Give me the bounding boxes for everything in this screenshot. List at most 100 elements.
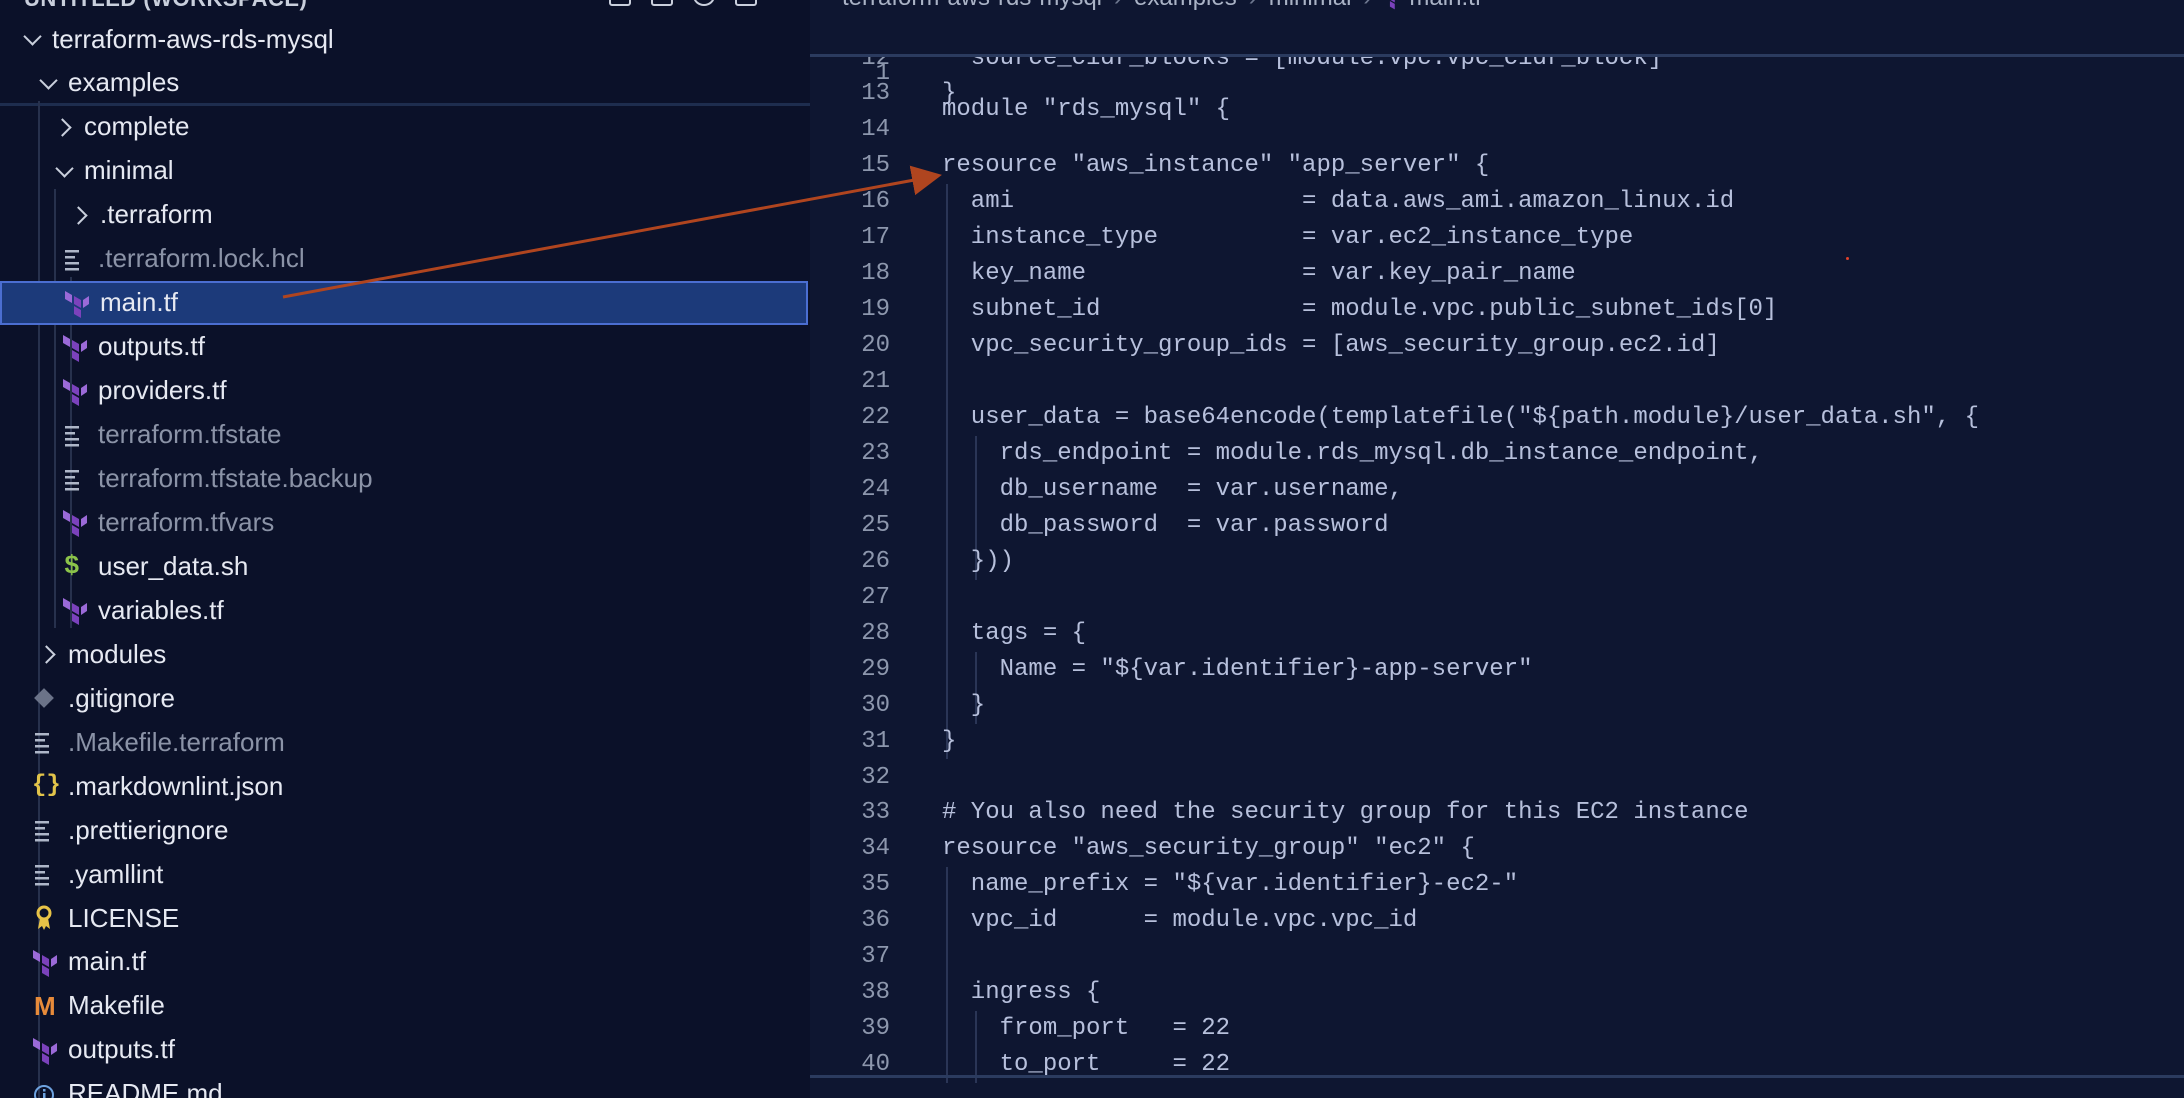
- tree-file[interactable]: .gitignore: [0, 676, 808, 720]
- code-text: key_name = var.key_pair_name: [942, 260, 1576, 288]
- new-folder-icon[interactable]: [651, 0, 673, 6]
- explorer-actions: [609, 0, 757, 6]
- lines-icon: [32, 859, 56, 889]
- code-text: subnet_id = module.vpc.public_subnet_ids…: [942, 296, 1778, 324]
- tree-item-label: modules: [68, 638, 167, 669]
- code-line[interactable]: 38 ingress {: [810, 975, 2184, 1011]
- chevron-down-icon[interactable]: [22, 17, 44, 61]
- tree-file[interactable]: main.tf: [0, 280, 808, 325]
- tree-item-label: outputs.tf: [98, 331, 205, 362]
- tree-file[interactable]: README.md: [0, 1072, 808, 1098]
- tree-file[interactable]: .terraform.lock.hcl: [0, 237, 808, 281]
- tree-item-label: .prettierignore: [68, 814, 229, 845]
- tree-item-label: terraform-aws-rds-mysql: [52, 23, 334, 54]
- line-number: 38: [861, 979, 890, 1007]
- code-line[interactable]: 34 resource "aws_security_group" "ec2" {: [810, 831, 2184, 867]
- tree-item-label: main.tf: [100, 287, 179, 318]
- breadcrumb-item[interactable]: terraform-aws-rds-mysql: [842, 0, 1102, 11]
- code-line[interactable]: 24 db_username = var.username,: [810, 472, 2184, 508]
- code-text: ingress {: [942, 979, 1101, 1007]
- tree-file[interactable]: LICENSE: [0, 896, 808, 940]
- tree-item-label: providers.tf: [98, 375, 227, 406]
- code-line[interactable]: 26 })): [810, 544, 2184, 580]
- tree-folder[interactable]: minimal: [0, 149, 808, 193]
- tree-file[interactable]: .Makefile.terraform: [0, 720, 808, 764]
- code-text: name_prefix = "${var.identifier}-ec2-": [942, 871, 1519, 899]
- code-text: resource "aws_security_group" "ec2" {: [942, 835, 1475, 863]
- tree-file[interactable]: M Makefile: [0, 984, 808, 1028]
- chevron-right-icon[interactable]: [38, 632, 60, 676]
- tree-file[interactable]: variables.tf: [0, 588, 808, 632]
- workspace-header[interactable]: UNTITLED (WORKSPACE): [24, 0, 804, 11]
- tree-folder[interactable]: .terraform: [0, 193, 808, 237]
- tree-file[interactable]: providers.tf: [0, 369, 808, 413]
- chevron-down-icon[interactable]: [38, 61, 60, 105]
- chevron-right-icon[interactable]: [70, 193, 92, 237]
- lines-icon: [62, 464, 86, 494]
- breadcrumb-item[interactable]: minimal: [1269, 0, 1352, 11]
- code-line[interactable]: 36 vpc_id = module.vpc.vpc_id: [810, 903, 2184, 939]
- code-editor[interactable]: terraform-aws-rds-mysql › examples › minimal…: [810, 0, 2184, 1098]
- code-line[interactable]: 15 resource "aws_instance" "app_server" {: [810, 148, 2184, 184]
- code-line[interactable]: 16 ami = data.aws_ami.amazon_linux.id: [810, 184, 2184, 220]
- breadcrumb-separator-icon: ›: [1114, 0, 1122, 11]
- tree-file[interactable]: terraform.tfstate: [0, 413, 808, 457]
- code-text: })): [942, 547, 1015, 575]
- tree-file[interactable]: main.tf: [0, 940, 808, 984]
- code-line[interactable]: 31}: [810, 724, 2184, 760]
- code-line[interactable]: 39 from_port = 22: [810, 1011, 2184, 1047]
- tree-folder[interactable]: complete: [0, 105, 808, 149]
- sticky-scroll-header[interactable]: 1 module "rds_mysql" {: [810, 20, 2184, 123]
- tree-file[interactable]: outputs.tf: [0, 1028, 808, 1072]
- code-line[interactable]: 30 }: [810, 688, 2184, 724]
- tree-folder[interactable]: terraform-aws-rds-mysql: [0, 17, 808, 61]
- sticky-code-line[interactable]: 1 module "rds_mysql" {: [810, 20, 2184, 123]
- tree-item-label: .yamllint: [68, 858, 164, 889]
- code-line[interactable]: 20 vpc_security_group_ids = [aws_securit…: [810, 328, 2184, 364]
- chevron-right-icon[interactable]: [54, 105, 76, 149]
- tree-file[interactable]: .prettierignore: [0, 808, 808, 852]
- collapse-all-icon[interactable]: [735, 0, 757, 6]
- tree-file[interactable]: outputs.tf: [0, 325, 808, 369]
- line-number: 23: [861, 439, 890, 467]
- tree-item-label: .gitignore: [68, 682, 175, 713]
- tree-folder[interactable]: modules: [0, 632, 808, 676]
- code-text: vpc_id = module.vpc.vpc_id: [942, 907, 1418, 935]
- tree-file[interactable]: .yamllint: [0, 852, 808, 896]
- line-number: 25: [861, 511, 890, 539]
- tree-file[interactable]: terraform.tfvars: [0, 500, 808, 544]
- code-line[interactable]: 33 # You also need the security group for…: [810, 795, 2184, 831]
- code-text: from_port = 22: [942, 1015, 1231, 1043]
- code-line[interactable]: 22 user_data = base64encode(templatefile…: [810, 400, 2184, 436]
- chevron-down-icon[interactable]: [54, 149, 76, 193]
- code-line[interactable]: 27: [810, 580, 2184, 616]
- tree-folder[interactable]: examples: [0, 61, 808, 105]
- code-text: module "rds_mysql" {: [942, 96, 1231, 123]
- terraform-icon: [62, 376, 87, 406]
- code-line[interactable]: 35 name_prefix = "${var.identifier}-ec2-…: [810, 867, 2184, 903]
- tree-item-label: .Makefile.terraform: [68, 726, 285, 757]
- tree-item-label: .terraform.lock.hcl: [98, 243, 305, 274]
- line-number: 32: [861, 763, 890, 791]
- code-line[interactable]: 28 tags = {: [810, 616, 2184, 652]
- code-line[interactable]: 21: [810, 364, 2184, 400]
- breadcrumb-item[interactable]: examples: [1134, 0, 1237, 11]
- tree-file[interactable]: {} .markdownlint.json: [0, 764, 808, 808]
- code-line[interactable]: 19 subnet_id = module.vpc.public_subnet_…: [810, 292, 2184, 328]
- terraform-icon: [62, 507, 87, 538]
- code-line[interactable]: 32: [810, 760, 2184, 796]
- breadcrumb-item[interactable]: main.tf: [1409, 0, 1481, 11]
- tree-file[interactable]: $ user_data.sh: [0, 544, 808, 588]
- new-file-icon[interactable]: [609, 0, 631, 6]
- code-line[interactable]: 18 key_name = var.key_pair_name: [810, 256, 2184, 292]
- code-line[interactable]: 29 Name = "${var.identifier}-app-server": [810, 652, 2184, 688]
- code-line[interactable]: 37: [810, 939, 2184, 975]
- code-line[interactable]: 25 db_password = var.password: [810, 508, 2184, 544]
- refresh-icon[interactable]: [693, 0, 715, 6]
- code-line[interactable]: 23 rds_endpoint = module.rds_mysql.db_in…: [810, 436, 2184, 472]
- code-line[interactable]: 17 instance_type = var.ec2_instance_type: [810, 220, 2184, 256]
- tree-item-label: terraform.tfstate: [98, 419, 282, 450]
- tree-file[interactable]: terraform.tfstate.backup: [0, 457, 808, 501]
- terraform-icon: [62, 595, 87, 626]
- lines-icon: [32, 727, 56, 757]
